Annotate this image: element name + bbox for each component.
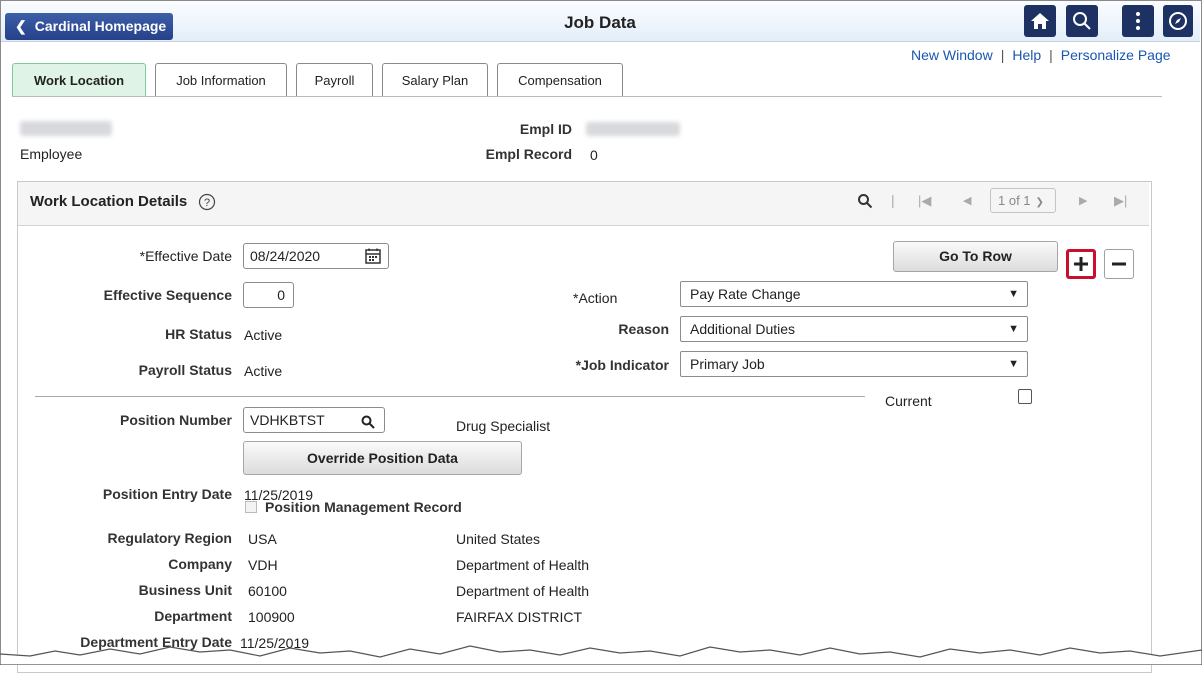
current-checkbox[interactable] [1018,389,1032,404]
position-management-checkbox[interactable] [245,501,257,513]
position-management-label: Position Management Record [265,499,462,515]
effective-sequence-field[interactable]: 0 [243,282,294,308]
company-description: Department of Health [456,557,590,573]
chevron-down-icon: ▼ [1008,358,1019,370]
empl-id-redacted [586,122,680,136]
department-description: FAIRFAX DISTRICT [456,609,583,625]
page-title: Job Data [564,13,636,32]
current-label: Current [885,393,932,409]
tab-label: Payroll [314,73,355,88]
previous-row-icon[interactable]: ◀ [963,194,971,207]
page-links: New Window | Help | Personalize Page [911,47,1171,63]
position-number-field[interactable]: VDHKBTST [243,407,385,433]
first-row-icon[interactable]: |◀ [918,193,931,209]
payroll-status-value: Active [244,363,283,379]
tab-payroll[interactable]: Payroll [296,63,373,96]
torn-edge [0,645,1202,665]
action-value: Pay Rate Change [690,286,801,302]
tab-work-location[interactable]: Work Location [12,63,146,96]
action-select[interactable]: Pay Rate Change ▼ [680,281,1028,307]
panel-header [18,182,1149,226]
tab-job-information[interactable]: Job Information [155,63,287,96]
help-link[interactable]: Help [1012,47,1041,63]
hr-status-label: HR Status [165,326,232,342]
position-number-label: Position Number [119,412,232,428]
actions-menu-icon[interactable] [1122,5,1154,37]
last-row-icon[interactable]: ▶| [1114,193,1127,209]
navbar-compass-icon[interactable] [1163,5,1193,37]
position-title: Drug Specialist [456,418,551,434]
tab-label: Compensation [518,73,602,88]
business-unit-label: Business Unit [138,582,232,598]
hr-status-value: Active [244,327,283,343]
business-unit-description: Department of Health [456,583,590,599]
position-number-value: VDHKBTST [250,412,325,428]
section-divider [35,396,865,397]
minus-icon [1112,262,1126,266]
chevron-down-icon: ▼ [1008,323,1019,335]
regulatory-region-description: United States [456,531,541,547]
business-unit-value: 60100 [248,583,287,599]
empl-record-label: Empl Record [485,146,572,162]
search-icon[interactable] [361,412,375,436]
tab-label: Salary Plan [401,73,469,88]
section-title: Work Location Details [30,193,188,210]
company-value: VDH [248,557,278,573]
override-position-data-button[interactable]: Override Position Data [243,441,522,475]
find-icon[interactable] [857,193,873,212]
personalize-page-link[interactable]: Personalize Page [1061,47,1171,63]
go-to-row-button[interactable]: Go To Row [893,241,1058,272]
reason-value: Additional Duties [690,321,796,337]
action-label: *Action [573,290,618,306]
tab-label: Job Information [176,73,266,88]
regulatory-region-label: Regulatory Region [107,530,232,546]
job-indicator-value: Primary Job [690,356,765,372]
tab-compensation[interactable]: Compensation [497,63,623,96]
position-entry-date-label: Position Entry Date [102,486,232,502]
effective-sequence-value: 0 [277,287,285,303]
effective-date-field[interactable]: 08/24/2020 [243,243,389,269]
company-label: Company [168,556,232,572]
tab-salary-plan[interactable]: Salary Plan [382,63,488,96]
home-icon[interactable] [1024,5,1056,37]
row-selector[interactable]: 1 of 1 ❯ [990,188,1056,213]
chevron-down-icon: ▼ [1008,288,1019,300]
effective-date-value: 08/24/2020 [250,248,321,264]
empl-record-value: 0 [590,147,598,163]
calendar-icon[interactable] [364,247,382,272]
regulatory-region-value: USA [248,531,277,547]
plus-icon [1074,257,1088,271]
help-icon[interactable]: ? [198,193,216,214]
pager-divider: | [891,192,895,208]
reason-select[interactable]: Additional Duties ▼ [680,316,1028,342]
department-value: 100900 [248,609,295,625]
new-window-link[interactable]: New Window [911,47,993,63]
svg-text:?: ? [204,197,210,209]
pager-text: 1 of 1 [998,193,1031,208]
employee-type: Employee [20,146,83,162]
chevron-down-icon: ❯ [1035,197,1044,208]
delete-row-button[interactable] [1104,249,1134,279]
tab-divider [12,96,1162,97]
effective-date-label: *Effective Date [139,248,232,264]
department-label: Department [154,608,232,624]
tab-label: Work Location [33,73,125,88]
add-row-button[interactable] [1066,249,1096,279]
reason-label: Reason [618,321,669,337]
employee-name-redacted [20,121,112,136]
payroll-status-label: Payroll Status [138,362,232,378]
job-indicator-select[interactable]: Primary Job ▼ [680,351,1028,377]
effective-sequence-label: Effective Sequence [103,287,232,303]
empl-id-label: Empl ID [519,121,572,137]
next-row-icon[interactable]: ▶ [1079,194,1087,207]
job-indicator-label: *Job Indicator [575,357,669,373]
search-icon[interactable] [1066,5,1098,37]
